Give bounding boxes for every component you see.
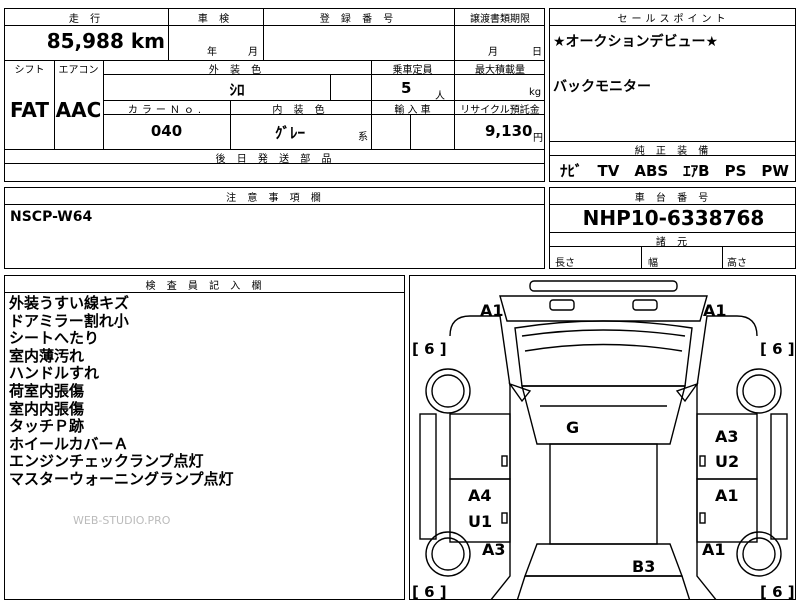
wheel-bracket-rear-right: [ 6 ]: [760, 583, 795, 600]
recycle-unit: 円: [533, 133, 543, 144]
sales-points-box: セールスポイント ★オークションデビュー★ バックモニター 純 正 装 備 ﾅﾋ…: [549, 8, 796, 182]
inspector-label: 検 査 員 記 入 欄: [145, 281, 266, 292]
mileage-value: 85,988 km: [46, 29, 165, 53]
interior-color-label: 内 装 色: [272, 105, 329, 116]
dims-label: 諸 元: [655, 237, 692, 248]
chassis-box: 車 台 番 号 NHP10-6338768 諸 元 長さ 幅 高さ: [549, 187, 796, 269]
wheel-bracket-front-right: [ 6 ]: [760, 340, 795, 358]
load-unit: kg: [529, 87, 542, 98]
inspector-note: 外装うすい線キズ: [9, 294, 130, 312]
damage-mark: B3: [632, 557, 656, 576]
damage-mark: A1: [703, 301, 727, 320]
inspector-note: エンジンチェックランプ点灯: [9, 452, 204, 471]
sales-point-line-2: バックモニター: [553, 79, 651, 95]
inspector-note: マスターウォーニングランプ点灯: [9, 469, 234, 488]
recycle-label: リサイクル預託金: [460, 105, 540, 116]
wheel-bracket-front-left: [ 6 ]: [412, 340, 447, 358]
aircon-value: AAC: [55, 98, 102, 122]
damage-mark: G: [566, 418, 580, 437]
equipment-label: 純 正 装 備: [634, 146, 713, 157]
inspection-month-unit: 月: [248, 47, 258, 58]
inspector-note: 室内薄汚れ: [9, 346, 85, 365]
color-number-label: カラーＮｏ.: [127, 105, 206, 116]
watermark: WEB-STUDIO.PRO: [73, 514, 171, 527]
mileage-label: 走 行: [68, 14, 105, 25]
chassis-label: 車 台 番 号: [634, 193, 713, 204]
vehicle-info-table: 走 行 車 検 登 録 番 号 譲渡書類期限 85,988 km 年 月 月 日…: [4, 8, 545, 182]
transfer-day-unit: 日: [532, 47, 542, 58]
color-number-value: 040: [150, 122, 183, 140]
inspector-notes-list: 外装うすい線キズ ドアミラー割れ小 シートへたり 室内薄汚れ ハンドルすれ 荷室…: [9, 294, 234, 489]
width-label: 幅: [648, 258, 658, 269]
chassis-number: NHP10-6338768: [582, 206, 765, 230]
inspector-note: ホイールカバーＡ: [9, 434, 129, 453]
damage-mark: A1: [702, 540, 726, 559]
inspector-note: ドアミラー割れ小: [9, 311, 129, 330]
sales-points-label: セールスポイント: [617, 14, 730, 25]
capacity-label: 乗車定員: [392, 65, 433, 76]
inspector-note: ハンドルすれ: [9, 364, 100, 383]
registration-label: 登 録 番 号: [319, 14, 398, 25]
notes-label: 注 意 事 項 欄: [226, 193, 325, 204]
notes-value: NSCP-W64: [10, 209, 93, 225]
damage-mark: A3: [482, 540, 506, 559]
car-diagram-box: [ 6 ] [ 6 ] [ 6 ] [ 6 ] A1 A1 G A3 U2 A4…: [409, 275, 796, 600]
equipment-value: ﾅﾋﾞ TV ABS ｴｱB PS PW: [560, 162, 789, 180]
wheel-bracket-rear-left: [ 6 ]: [412, 583, 447, 600]
inspector-note: シートへたり: [9, 329, 100, 348]
aircon-label: エアコン: [58, 65, 99, 76]
interior-color-suffix: 系: [358, 132, 368, 143]
later-parts-label: 後 日 発 送 部 品: [215, 154, 336, 165]
shift-value: FAT: [10, 98, 49, 122]
damage-mark: A4: [468, 486, 492, 505]
transfer-month-unit: 月: [488, 47, 498, 58]
damage-mark: A3: [715, 427, 739, 446]
inspector-note: 室内内張傷: [9, 399, 85, 418]
sales-point-line-1: ★オークションデビュー★: [553, 34, 719, 50]
inspector-note: タッチＰ跡: [9, 417, 85, 436]
inspection-year-unit: 年: [207, 47, 217, 58]
capacity-value: 5: [401, 79, 412, 97]
import-label: 輸 入 車: [394, 105, 431, 116]
damage-mark: U1: [468, 512, 493, 531]
length-label: 長さ: [555, 258, 575, 269]
damage-mark: A1: [715, 486, 739, 505]
max-load-label: 最大積載量: [475, 65, 525, 76]
inspection-label: 車 検: [197, 14, 234, 25]
inspector-box: 検 査 員 記 入 欄 外装うすい線キズ ドアミラー割れ小 シートへたり 室内薄…: [4, 275, 405, 600]
interior-color-value: ｸﾞﾚｰ: [275, 124, 306, 142]
inspector-note: 荷室内張傷: [9, 381, 85, 400]
damage-mark: A1: [480, 301, 504, 320]
shift-label: シフト: [14, 65, 45, 76]
height-label: 高さ: [727, 258, 747, 269]
recycle-value: 9,130: [485, 122, 533, 140]
exterior-color-value: ｼﾛ: [229, 81, 245, 99]
notes-box: 注 意 事 項 欄 NSCP-W64: [4, 187, 545, 269]
transfer-deadline-label: 譲渡書類期限: [470, 14, 530, 25]
damage-mark: U2: [715, 452, 740, 471]
